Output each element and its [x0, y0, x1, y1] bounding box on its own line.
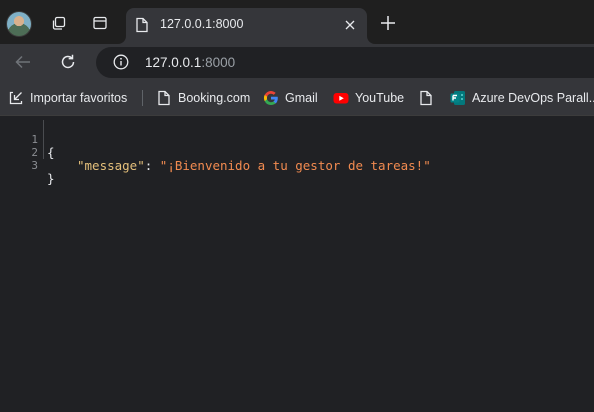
plus-icon — [381, 16, 395, 30]
json-viewer: 1 { 2 "message": "¡Bienvenido a tu gesto… — [0, 120, 430, 185]
page-icon — [156, 90, 172, 106]
bookmark-importar-favoritos[interactable]: Importar favoritos — [8, 88, 127, 108]
arrow-left-icon — [15, 55, 30, 69]
bookmark-divider — [142, 90, 143, 106]
line-number: 3 — [31, 159, 38, 172]
new-tab-button[interactable] — [380, 15, 396, 31]
info-icon[interactable] — [113, 54, 129, 70]
vertical-tabs-icon[interactable] — [91, 14, 109, 32]
bookmark-label: Azure DevOps Parall... — [472, 91, 594, 105]
bookmark-azure-devops[interactable]: Azure DevOps Parall... — [450, 88, 594, 108]
page-icon — [136, 17, 148, 33]
import-icon — [8, 90, 24, 106]
reload-icon — [61, 54, 75, 69]
profile-avatar[interactable] — [7, 12, 31, 36]
bookmark-label: Importar favoritos — [30, 91, 128, 105]
page-icon — [418, 90, 434, 106]
youtube-icon — [333, 90, 349, 106]
bookmarks-bar: Importar favoritos Booking.com Gmail You… — [0, 80, 594, 116]
code-line-1: 1 { — [0, 120, 60, 159]
browser-window: 127.0.0.1:8000 127.0.0.1:8000 Importar f… — [0, 0, 594, 412]
tab-title: 127.0.0.1:8000 — [160, 17, 244, 31]
bookmark-youtube[interactable]: YouTube — [333, 88, 404, 108]
back-button[interactable] — [14, 53, 32, 71]
bookmark-booking[interactable]: Booking.com — [156, 88, 250, 108]
json-entry: "message": "¡Bienvenido a tu gestor de t… — [77, 159, 431, 172]
reload-button[interactable] — [59, 53, 77, 71]
json-key: "message" — [77, 158, 145, 173]
tab-active[interactable]: 127.0.0.1:8000 — [126, 8, 367, 44]
address-bar[interactable]: 127.0.0.1:8000 — [96, 47, 594, 78]
bookmark-label: Booking.com — [178, 91, 251, 105]
forms-icon — [450, 90, 466, 106]
bookmark-gmail[interactable]: Gmail — [263, 88, 318, 108]
bookmark-label: YouTube — [355, 91, 405, 105]
code-line-3: 3 } — [0, 146, 60, 185]
page-content: 1 { 2 "message": "¡Bienvenido a tu gesto… — [0, 116, 594, 412]
json-colon: : — [144, 158, 160, 173]
toolbar: 127.0.0.1:8000 — [0, 44, 594, 80]
url-host: 127.0.0.1 — [145, 55, 202, 70]
url-text[interactable]: 127.0.0.1:8000 — [145, 55, 235, 70]
bookmark-page[interactable] — [418, 88, 440, 108]
google-icon — [263, 90, 279, 106]
json-close-brace: } — [47, 171, 55, 186]
url-port: :8000 — [201, 55, 236, 70]
bookmark-label: Gmail — [285, 91, 318, 105]
close-icon[interactable] — [343, 18, 357, 32]
json-value: "¡Bienvenido a tu gestor de tareas!" — [159, 158, 431, 173]
code-line-2: 2 "message": "¡Bienvenido a tu gestor de… — [0, 133, 430, 172]
workspaces-icon[interactable] — [50, 14, 68, 32]
tab-strip: 127.0.0.1:8000 — [0, 0, 594, 44]
